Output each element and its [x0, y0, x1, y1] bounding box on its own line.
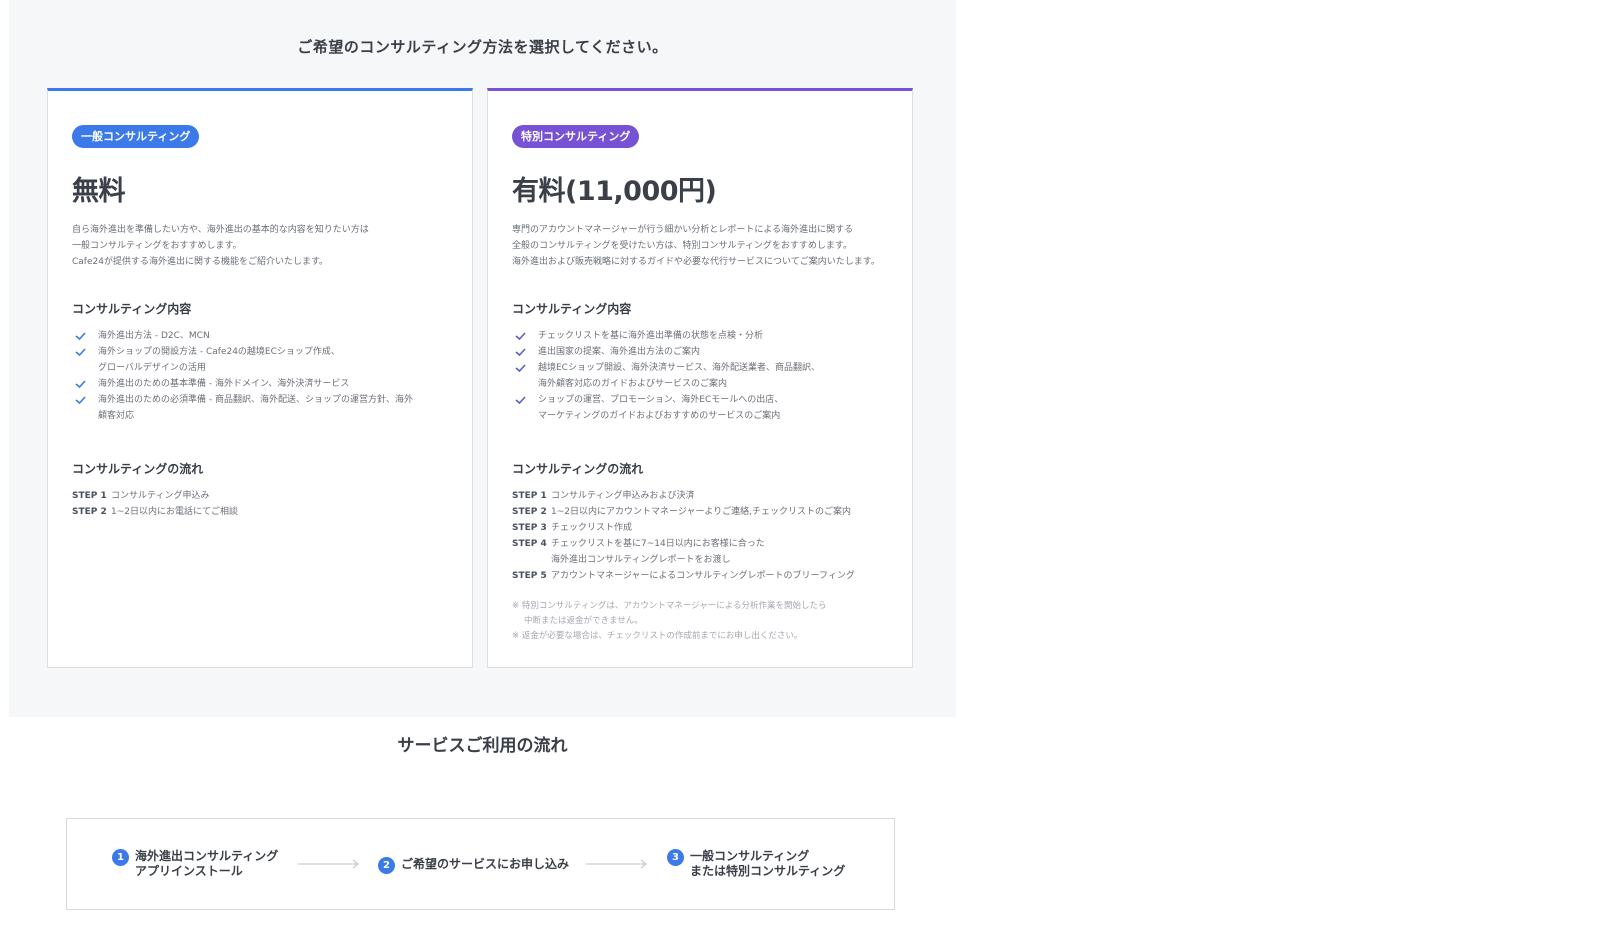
description-line: Cafe24が提供する海外進出に関する機能をご紹介いたします。 [72, 257, 329, 267]
list-item: 海外進出のための必須準備 - 商品翻訳、海外配送、ショップの運営方針、海外 顧客… [72, 392, 462, 424]
service-flow-step-text: 海外進出コンサルティング [135, 849, 279, 863]
step-number-badge: 2 [378, 857, 395, 874]
step-row: STEP 1 コンサルティング申込み [72, 488, 472, 504]
service-flow-step-text: または特別コンサルティング [690, 864, 846, 878]
list-item-text-cont: 海外顧客対応のガイドおよびサービスのご案内 [538, 379, 728, 389]
note-line: 中断または返金ができません。 [524, 616, 643, 626]
step-text: コンサルティング申込み [111, 491, 210, 501]
arrow-right-icon [586, 859, 647, 869]
general-description: 自ら海外進出を準備したい方や、海外進出の基本的な内容を知りたい方は 一般コンサル… [72, 222, 462, 270]
service-flow-box: 1 海外進出コンサルティング アプリインストール 2 ご希望のサービスにお申し込… [66, 818, 895, 910]
arrow-right-icon [298, 859, 359, 869]
special-price: 有料(11,000円) [512, 176, 717, 207]
step-label: STEP 1 [72, 491, 107, 501]
special-content-heading: コンサルティング内容 [512, 302, 632, 316]
note-line: ※ 返金が必要な場合は、チェックリストの作成前までにお申し出ください。 [512, 631, 803, 641]
special-notes: ※ 特別コンサルティングは、アカウントマネージャーによる分析作業を開始したら 中… [512, 599, 902, 644]
step-label: STEP 4 [512, 539, 547, 549]
step-row: STEP 3 チェックリスト作成 [512, 520, 912, 536]
list-item: 越境ECショップ開設、海外決済サービス、海外配送業者、商品翻訳、 海外顧客対応の… [512, 360, 902, 392]
step-label: STEP 1 [512, 491, 547, 501]
list-item-text: 海外進出方法 - D2C、MCN [98, 331, 210, 341]
step-text: 1~2日以内にお電話にてご相談 [111, 507, 238, 517]
service-flow-step-2: 2 ご希望のサービスにお申し込み [378, 857, 569, 874]
special-steps: STEP 1 コンサルティング申込みおよび決済 STEP 2 1~2日以内にアカ… [512, 488, 912, 584]
choose-method-heading: ご希望のコンサルティング方法を選択してください。 [297, 38, 668, 56]
step-row: STEP 4 チェックリストを基に7~14日以内にお客様に合った 海外進出コンサ… [512, 536, 912, 568]
list-item-text: 海外進出のための必須準備 - 商品翻訳、海外配送、ショップの運営方針、海外 [98, 395, 413, 405]
list-item: ショップの運営、プロモーション、海外ECモールへの出店、 マーケティングのガイド… [512, 392, 902, 424]
service-flow-step-text: アプリインストール [135, 864, 243, 878]
check-icon [75, 380, 86, 389]
list-item: 海外ショップの開設方法 - Cafe24の越境ECショップ作成、 グローバルデザ… [72, 344, 462, 376]
step-row: STEP 2 1~2日以内にお電話にてご相談 [72, 504, 472, 520]
check-icon [75, 396, 86, 405]
general-content-heading: コンサルティング内容 [72, 302, 192, 316]
check-icon [515, 332, 526, 341]
check-icon [515, 348, 526, 357]
service-flow-step-3: 3 一般コンサルティング または特別コンサルティング [667, 849, 845, 879]
step-text: チェックリストを基に7~14日以内にお客様に合った [551, 539, 765, 549]
step-label: STEP 2 [512, 507, 547, 517]
consulting-selection-section: ご希望のコンサルティング方法を選択してください。 一般コンサルティング 無料 自… [9, 0, 956, 717]
step-row: STEP 1 コンサルティング申込みおよび決済 [512, 488, 912, 504]
service-flow-step-1: 1 海外進出コンサルティング アプリインストール [112, 849, 278, 879]
list-item-text: ショップの運営、プロモーション、海外ECモールへの出店、 [538, 395, 784, 405]
list-item: 海外進出方法 - D2C、MCN [72, 328, 462, 344]
service-flow-step-text: 一般コンサルティング [690, 849, 810, 863]
list-item-text: 越境ECショップ開設、海外決済サービス、海外配送業者、商品翻訳、 [538, 363, 820, 373]
check-icon [75, 348, 86, 357]
list-item: 進出国家の提案、海外進出方法のご案内 [512, 344, 902, 360]
list-item: 海外進出のための基本準備 - 海外ドメイン、海外決済サービス [72, 376, 462, 392]
description-line: 一般コンサルティングをおすすめします。 [72, 241, 242, 251]
general-consulting-card[interactable]: 一般コンサルティング 無料 自ら海外進出を準備したい方や、海外進出の基本的な内容… [47, 88, 473, 668]
check-icon [515, 364, 526, 373]
step-text: コンサルティング申込みおよび決済 [551, 491, 695, 501]
list-item-text-cont: グローバルデザインの活用 [98, 363, 206, 373]
step-text: アカウントマネージャーによるコンサルティングレポートのブリーフィング [551, 571, 855, 581]
step-label: STEP 2 [72, 507, 107, 517]
special-consulting-badge: 特別コンサルティング [512, 125, 640, 148]
general-price: 無料 [72, 176, 126, 207]
list-item: チェックリストを基に海外進出準備の状態を点検・分析 [512, 328, 902, 344]
list-item-text: 海外ショップの開設方法 - Cafe24の越境ECショップ作成、 [98, 347, 340, 357]
description-line: 自ら海外進出を準備したい方や、海外進出の基本的な内容を知りたい方は [72, 225, 369, 235]
step-text: 1~2日以内にアカウントマネージャーよりご連絡,チェックリストのご案内 [551, 507, 852, 517]
list-item-text: 海外進出のための基本準備 - 海外ドメイン、海外決済サービス [98, 379, 350, 389]
list-item-text-cont: マーケティングのガイドおよびおすすめのサービスのご案内 [538, 411, 781, 421]
special-flow-heading: コンサルティングの流れ [512, 462, 644, 476]
list-item-text: 進出国家の提案、海外進出方法のご案内 [538, 347, 701, 357]
step-label: STEP 5 [512, 571, 547, 581]
service-flow-heading: サービスご利用の流れ [397, 736, 568, 756]
special-description: 専門のアカウントマネージャーが行う細かい分析とレポートによる海外進出に関する 全… [512, 222, 902, 270]
step-label: STEP 3 [512, 523, 547, 533]
note-line: ※ 特別コンサルティングは、アカウントマネージャーによる分析作業を開始したら [512, 601, 827, 611]
service-flow-step-text: ご希望のサービスにお申し込み [401, 857, 570, 871]
check-icon [75, 332, 86, 341]
general-content-list: 海外進出方法 - D2C、MCN 海外ショップの開設方法 - Cafe24の越境… [72, 328, 462, 424]
general-flow-heading: コンサルティングの流れ [72, 462, 204, 476]
special-consulting-card[interactable]: 特別コンサルティング 有料(11,000円) 専門のアカウントマネージャーが行う… [487, 88, 913, 668]
description-line: 全般のコンサルティングを受けたい方は、特別コンサルティングをおすすめします。 [512, 241, 853, 251]
check-icon [515, 396, 526, 405]
general-consulting-badge: 一般コンサルティング [72, 125, 200, 148]
list-item-text: チェックリストを基に海外進出準備の状態を点検・分析 [538, 331, 764, 341]
step-row: STEP 5 アカウントマネージャーによるコンサルティングレポートのブリーフィン… [512, 568, 912, 584]
step-number-badge: 3 [667, 849, 684, 866]
step-number-badge: 1 [112, 849, 129, 866]
special-content-list: チェックリストを基に海外進出準備の状態を点検・分析 進出国家の提案、海外進出方法… [512, 328, 902, 424]
description-line: 海外進出および販売戦略に対するガイドや必要な代行サービスについてご案内いたします… [512, 257, 880, 267]
step-text: チェックリスト作成 [551, 523, 633, 533]
list-item-text-cont: 顧客対応 [98, 411, 135, 421]
step-row: STEP 2 1~2日以内にアカウントマネージャーよりご連絡,チェックリストのご… [512, 504, 912, 520]
general-steps: STEP 1 コンサルティング申込み STEP 2 1~2日以内にお電話にてご相… [72, 488, 472, 520]
step-text-cont: 海外進出コンサルティングレポートをお渡し [551, 555, 731, 565]
description-line: 専門のアカウントマネージャーが行う細かい分析とレポートによる海外進出に関する [512, 225, 854, 235]
